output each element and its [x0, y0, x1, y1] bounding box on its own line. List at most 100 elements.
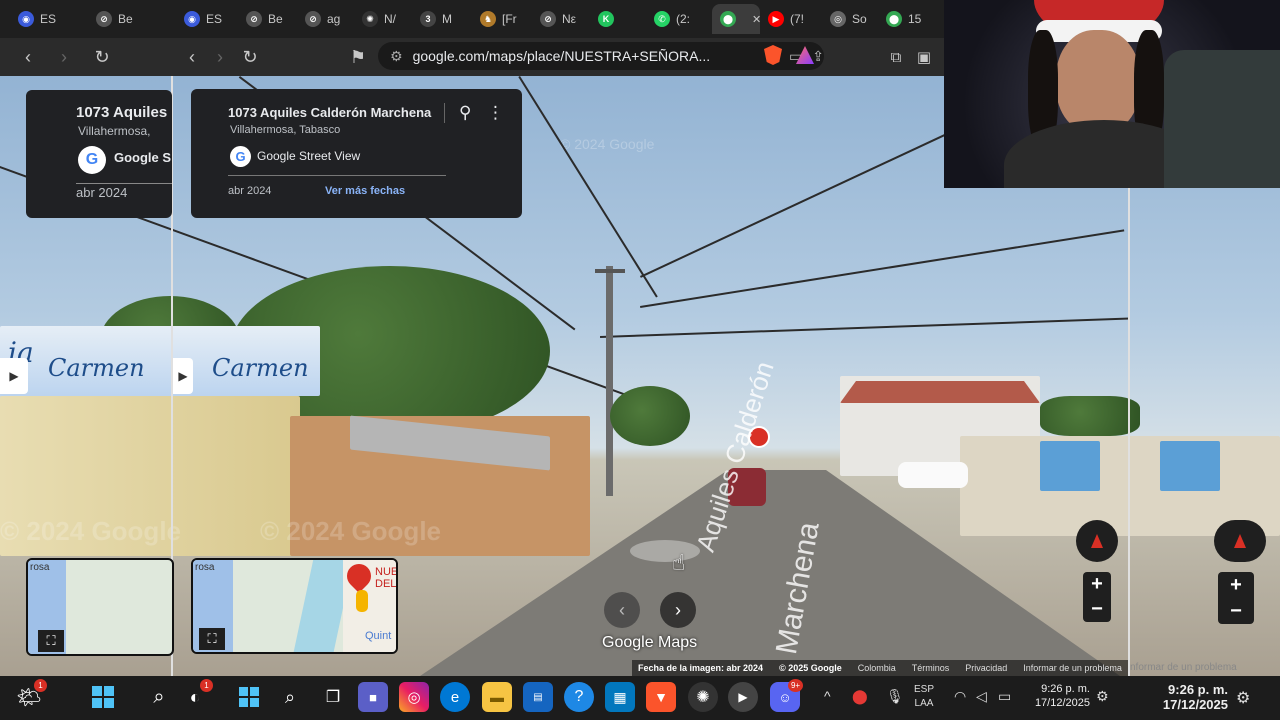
share-icon[interactable]: ⇪ [812, 48, 824, 65]
browser-tab[interactable]: ◉ ES [184, 4, 234, 34]
more-options-icon[interactable]: ⋮ [487, 103, 504, 123]
tab-label: So [852, 12, 867, 26]
browser-tab[interactable]: ◉ ES [18, 4, 78, 34]
app-icon[interactable]: ▦ [605, 682, 635, 712]
wifi-icon[interactable]: ◠ [954, 688, 966, 705]
task-view-icon[interactable]: ❐ [318, 682, 348, 712]
tab-label: ag [327, 12, 341, 26]
zoom-out-button[interactable]: − [1083, 597, 1111, 622]
browser-tab[interactable]: 3M [420, 4, 472, 34]
browser-tab[interactable]: ⊘ ag [305, 4, 355, 34]
tab-label: Nε [562, 12, 577, 26]
language-layout: LAA [914, 698, 934, 709]
face [1056, 30, 1140, 134]
map-street-label: Quint [365, 630, 392, 642]
compass-icon[interactable] [1076, 520, 1118, 562]
forward-icon[interactable]: › [52, 46, 76, 68]
tree [1040, 396, 1140, 436]
prev-image-button[interactable]: ‹ [604, 592, 640, 628]
browser-tab[interactable]: K [598, 4, 640, 34]
extensions-icon[interactable]: ⧉ [884, 46, 908, 68]
tab-label: ES [206, 12, 223, 26]
start-button[interactable] [234, 682, 264, 712]
attribution-item[interactable]: Términos [912, 663, 950, 673]
expand-panel-icon[interactable]: ▶ [0, 358, 28, 394]
browser-tab[interactable]: ✆ (2: [654, 4, 704, 34]
site-settings-icon[interactable]: ⚙ [390, 48, 403, 65]
more-dates-link[interactable]: Ver más fechas [325, 185, 405, 197]
notifications-icon[interactable]: ⚙ [1236, 688, 1250, 708]
watermark: © 2024 Google [560, 136, 655, 152]
help-icon[interactable]: ? [564, 682, 594, 712]
start-button[interactable] [88, 682, 118, 712]
instagram-icon[interactable]: ◎ [399, 682, 429, 712]
bookmark-icon[interactable]: ⚑ [346, 46, 370, 68]
weather-icon[interactable]: 🌤 1 [14, 679, 47, 712]
fullscreen-icon[interactable]: ⛶ [199, 628, 225, 650]
brave-shield-icon[interactable] [764, 45, 782, 65]
store-banner [1040, 441, 1100, 491]
notification-badge: 9+ [788, 679, 803, 692]
recorder-icon[interactable]: ✺ [688, 682, 718, 712]
clock-date: 17/12/2025 [1162, 697, 1228, 712]
clock[interactable]: 9:26 p. m. 17/12/2025 [1026, 682, 1090, 710]
tab-label: (2: [676, 12, 691, 26]
attribution-item[interactable]: Privacidad [965, 663, 1007, 673]
zoom-in-button[interactable]: + [1218, 572, 1254, 598]
location-pin-icon[interactable]: ⚲ [459, 103, 471, 123]
discord-icon[interactable]: ☺ 9+ [770, 679, 803, 712]
attribution-item[interactable]: Colombia [858, 663, 896, 673]
volume-icon[interactable]: ◁ [976, 688, 987, 705]
card-date[interactable]: abr 2024 [228, 185, 271, 197]
browser-tab[interactable]: ⊘ Be [246, 4, 296, 34]
divider [444, 103, 445, 123]
file-explorer-icon[interactable]: ▬ [482, 682, 512, 712]
clock-date: 17/12/2025 [1034, 697, 1090, 709]
address-bar[interactable]: ⚙ google.com/maps/place/NUESTRA+SEÑORA..… [378, 42, 824, 70]
reload-icon[interactable]: ↻ [90, 46, 114, 68]
browser-app-icon[interactable]: ◐ 1 [180, 679, 213, 712]
reload-icon[interactable]: ↻ [238, 46, 262, 68]
browser-tab[interactable]: ⊘ Be [96, 4, 156, 34]
close-tab-icon[interactable]: ✕ [752, 13, 760, 26]
media-player-icon[interactable]: ▶ [728, 682, 758, 712]
compass-needle [1091, 534, 1103, 548]
back-icon[interactable]: ‹ [16, 46, 40, 68]
next-image-button[interactable]: › [660, 592, 696, 628]
browser-tab[interactable]: ⬤ ✕ [712, 4, 760, 34]
notifications-icon[interactable]: ⚙ [1096, 688, 1109, 705]
minimap[interactable]: rosa NUE DEL Quint ⛶ [191, 558, 398, 654]
utility-pole [606, 266, 613, 496]
browser-tab[interactable]: ✺ N/ [362, 4, 412, 34]
forward-icon[interactable]: › [208, 46, 232, 68]
meet-app-icon[interactable]: ■ [358, 682, 388, 712]
cursor-ring [630, 540, 700, 562]
minimap-ghost[interactable]: rosa ⛶ [26, 558, 174, 656]
antivirus-icon[interactable]: ⬤ [852, 688, 868, 705]
browser-tab[interactable]: ♞ [Fr [480, 4, 532, 34]
search-icon[interactable]: ⌕ [275, 682, 305, 712]
browser-tab[interactable]: ⬤ 15 [886, 4, 936, 34]
compass-icon[interactable] [1214, 520, 1266, 562]
battery-icon[interactable]: ▭ [998, 688, 1011, 705]
info-card-ghost: 1073 Aquiles Villahermosa, G Google S ab… [26, 90, 172, 218]
search-icon[interactable]: ⌕ [144, 682, 174, 712]
back-icon[interactable]: ‹ [180, 46, 204, 68]
expand-panel-icon[interactable]: ▶ [173, 358, 193, 394]
attribution-item: Fecha de la imagen: abr 2024 [638, 663, 764, 673]
chevron-up-icon[interactable]: ^ [824, 688, 831, 704]
browser-tab[interactable]: ▶ (7! [768, 4, 818, 34]
browser-tab[interactable]: ⊘ Nε [540, 4, 590, 34]
browser-tab[interactable]: ◎ So [830, 4, 880, 34]
edge-icon[interactable]: e [440, 682, 470, 712]
pegman-icon[interactable] [356, 590, 368, 612]
zoom-in-button[interactable]: + [1083, 572, 1111, 597]
app-icon[interactable]: ▤ [523, 682, 553, 712]
attribution-item[interactable]: Informar de un problema [1023, 663, 1122, 673]
brave-browser-icon[interactable]: ▼ [646, 682, 676, 712]
zoom-out-button[interactable]: − [1218, 598, 1254, 624]
microphone-icon[interactable]: 🎙 [886, 688, 904, 705]
language-indicator[interactable]: ESP LAA [914, 683, 934, 711]
screenshot-icon[interactable]: ▣ [912, 46, 936, 68]
fullscreen-icon[interactable]: ⛶ [38, 630, 64, 652]
